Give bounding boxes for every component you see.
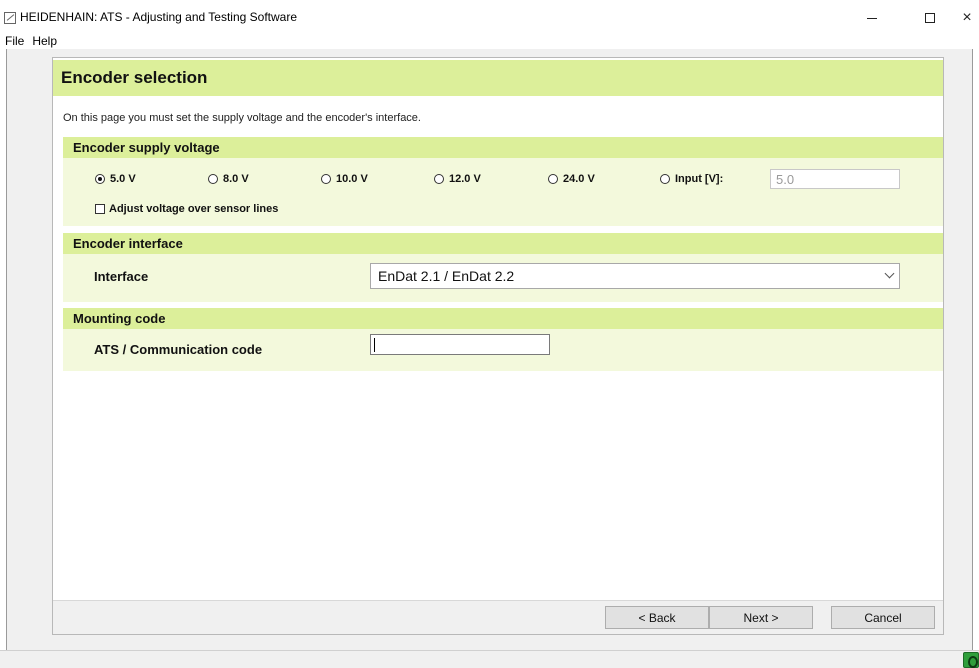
menu-help[interactable]: Help: [28, 34, 61, 48]
radio-label: 5.0 V: [110, 173, 136, 185]
window-title: HEIDENHAIN: ATS - Adjusting and Testing …: [20, 10, 298, 24]
radio-selected-icon: [95, 174, 105, 184]
menu-bar: File Help: [0, 34, 979, 48]
status-bar: [0, 650, 979, 668]
maximize-button[interactable]: [910, 4, 950, 32]
radio-label: 24.0 V: [563, 173, 595, 185]
maximize-icon: [925, 13, 935, 23]
section-interface-header: Encoder interface: [63, 233, 943, 254]
section-title: Encoder interface: [73, 236, 183, 251]
section-supply-voltage-header: Encoder supply voltage: [63, 137, 943, 158]
cancel-button[interactable]: Cancel: [831, 606, 935, 629]
section-mounting: ATS / Communication code: [63, 329, 943, 371]
section-title: Encoder supply voltage: [73, 140, 220, 155]
interface-label: Interface: [94, 269, 149, 284]
wizard-page: Encoder selection On this page you must …: [52, 57, 944, 635]
page-header: Encoder selection: [53, 60, 943, 96]
close-button[interactable]: ×: [947, 4, 979, 32]
adjust-voltage-checkbox[interactable]: Adjust voltage over sensor lines: [95, 203, 278, 215]
radio-label: 8.0 V: [223, 173, 249, 185]
wizard-button-strip: < Back Next > Cancel: [53, 600, 943, 634]
checkbox-label: Adjust voltage over sensor lines: [109, 203, 279, 215]
radio-12v[interactable]: 12.0 V: [434, 173, 481, 185]
radio-label: 12.0 V: [449, 173, 481, 185]
radio-icon: [660, 174, 670, 184]
menu-file[interactable]: File: [0, 34, 28, 48]
radio-input-voltage[interactable]: Input [V]:: [660, 173, 723, 185]
radio-icon: [434, 174, 444, 184]
interface-select[interactable]: EnDat 2.1 / EnDat 2.2: [370, 263, 900, 289]
radio-24v[interactable]: 24.0 V: [548, 173, 595, 185]
minimize-icon: [867, 17, 877, 19]
radio-10v[interactable]: 10.0 V: [321, 173, 368, 185]
radio-icon: [321, 174, 331, 184]
communication-code-label: ATS / Communication code: [94, 342, 263, 357]
back-button[interactable]: < Back: [605, 606, 709, 629]
radio-8v[interactable]: 8.0 V: [208, 173, 249, 185]
text-caret: [374, 338, 375, 352]
section-title: Mounting code: [73, 311, 166, 326]
section-supply-voltage: 5.0 V 8.0 V 10.0 V 12.0 V 24.0 V Input […: [63, 158, 943, 226]
minimize-button[interactable]: [852, 4, 892, 32]
next-button[interactable]: Next >: [709, 606, 813, 629]
voltage-input-field[interactable]: [770, 169, 900, 189]
page-intro: On this page you must set the supply vol…: [63, 112, 421, 124]
section-interface: Interface EnDat 2.1 / EnDat 2.2: [63, 254, 943, 302]
checkbox-icon: [95, 204, 105, 214]
radio-label: 10.0 V: [336, 173, 368, 185]
chevron-down-icon: [884, 268, 895, 279]
radio-icon: [208, 174, 218, 184]
connection-status-icon[interactable]: [963, 652, 979, 668]
section-mounting-header: Mounting code: [63, 308, 943, 329]
close-icon: ×: [962, 9, 972, 26]
radio-label: Input [V]:: [675, 173, 724, 185]
app-icon: [4, 12, 16, 24]
title-bar: HEIDENHAIN: ATS - Adjusting and Testing …: [0, 0, 979, 34]
radio-icon: [548, 174, 558, 184]
page-title: Encoder selection: [61, 68, 208, 87]
interface-select-value: EnDat 2.1 / EnDat 2.2: [378, 268, 515, 284]
communication-code-input[interactable]: [370, 334, 550, 355]
radio-5v[interactable]: 5.0 V: [95, 173, 136, 185]
